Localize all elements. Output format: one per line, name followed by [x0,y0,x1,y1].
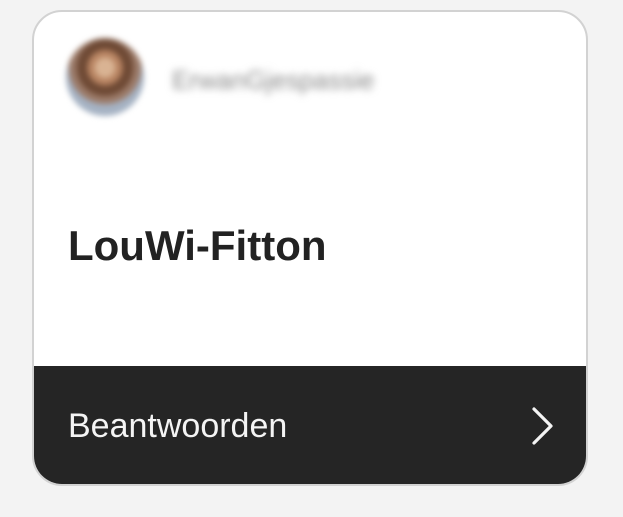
reply-button-label: Beantwoorden [68,407,288,445]
story-reply-card: ErwanGjespassie LouWi-Fitton Beantwoorde… [32,10,588,486]
reply-button[interactable]: Beantwoorden [34,366,586,484]
avatar[interactable] [66,38,144,116]
card-header: ErwanGjespassie [34,12,586,142]
username[interactable]: ErwanGjespassie [172,65,422,95]
chevron-right-icon [532,407,553,445]
card-title: LouWi-Fitton [68,222,327,269]
